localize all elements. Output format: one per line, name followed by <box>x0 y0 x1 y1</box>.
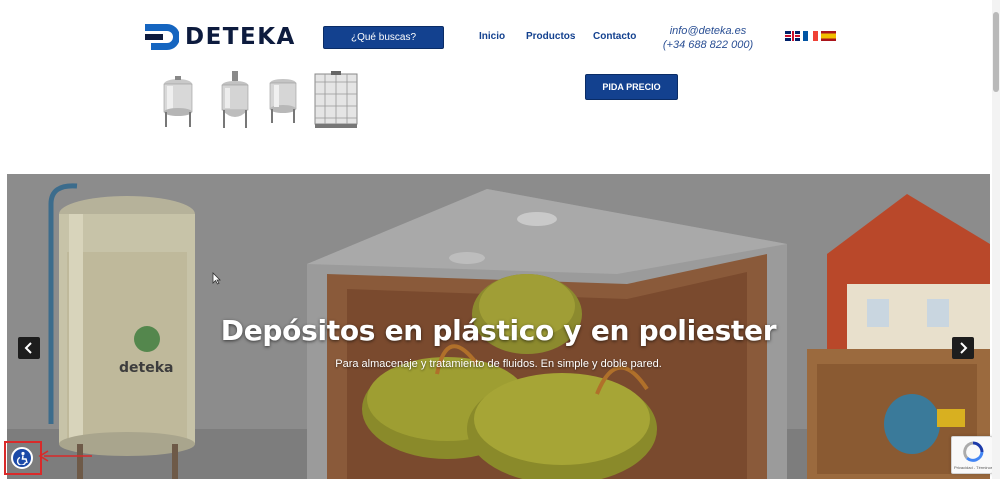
logo-text: DETEKA <box>185 24 296 50</box>
recaptcha-icon <box>963 441 984 462</box>
mouse-cursor-icon <box>212 272 221 285</box>
slider-next-button[interactable] <box>952 337 974 359</box>
flag-es-icon[interactable] <box>821 31 836 41</box>
product-thumb-tank-on-legs[interactable] <box>161 70 195 130</box>
pida-precio-button[interactable]: PIDA PRECIO <box>585 74 678 100</box>
product-thumb-ibc-container[interactable] <box>313 70 359 130</box>
chevron-right-icon <box>960 342 968 354</box>
slider-prev-button[interactable] <box>18 337 40 359</box>
language-switcher <box>785 31 836 41</box>
hero-slider: deteka Depósitos en plástico y en polies… <box>7 174 990 479</box>
scrollbar-thumb[interactable] <box>993 12 999 92</box>
recaptcha-label[interactable]: Privacidad - Términos <box>954 465 993 470</box>
product-thumb-small-tank[interactable] <box>266 70 300 130</box>
flag-uk-icon[interactable] <box>785 31 800 41</box>
flag-fr-icon[interactable] <box>803 31 818 41</box>
nav-inicio[interactable]: Inicio <box>479 31 505 42</box>
chevron-left-icon <box>24 342 32 354</box>
contact-info: info@deteka.es (+34 688 822 000) <box>658 24 758 52</box>
page-scrollbar[interactable] <box>992 0 1000 479</box>
logo-mark-icon <box>145 24 179 50</box>
recaptcha-badge[interactable]: Privacidad - Términos <box>951 436 993 474</box>
hero-title: Depósitos en plástico y en poliester <box>220 314 777 347</box>
accessibility-button[interactable] <box>11 447 33 469</box>
red-arrow-annotation-icon <box>38 450 92 462</box>
logo[interactable]: DETEKA <box>145 24 296 50</box>
nav-contacto[interactable]: Contacto <box>593 31 636 42</box>
nav-productos[interactable]: Productos <box>526 31 575 42</box>
contact-phone[interactable]: (+34 688 822 000) <box>658 38 758 52</box>
contact-email[interactable]: info@deteka.es <box>658 24 758 38</box>
product-thumb-mixer-tank[interactable] <box>218 70 252 130</box>
hero-subtitle: Para almacenaje y tratamiento de fluidos… <box>335 358 662 370</box>
search-button[interactable]: ¿Qué buscas? <box>323 26 444 49</box>
accessibility-icon <box>16 451 28 465</box>
